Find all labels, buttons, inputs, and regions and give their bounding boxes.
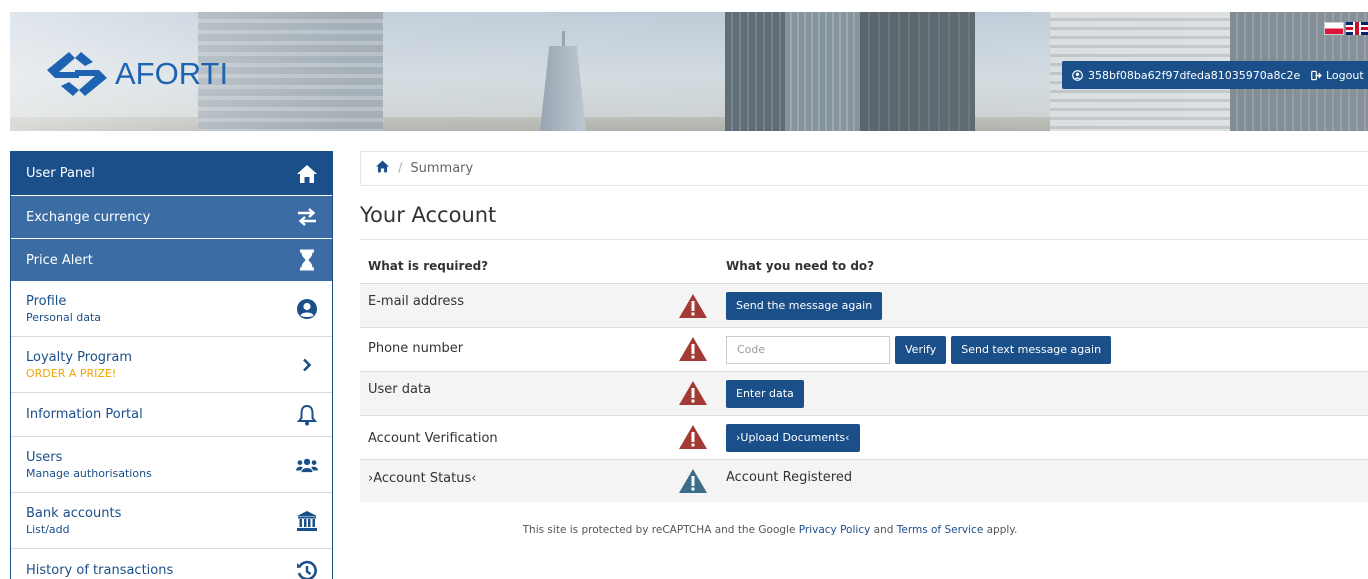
sidebar-menu: User Panel Exchange currency Price Alert… — [10, 151, 333, 579]
logo-text: AFORTI — [115, 56, 229, 91]
table-row: User data Enter data — [360, 372, 1368, 416]
title-divider — [360, 239, 1368, 240]
sidebar-item-label: Exchange currency — [26, 209, 151, 225]
sidebar-item-profile[interactable]: Profile Personal data — [11, 281, 332, 337]
action-cell: Send the message again — [726, 284, 883, 327]
user-account-button[interactable]: 358bf08ba62f97dfeda81035970a8c2e — [1062, 61, 1311, 89]
user-circle-icon — [296, 298, 318, 320]
action-cell: ›Upload Documents‹ — [726, 416, 860, 459]
table-row: ›Account Status‹ Account Registered — [360, 460, 1368, 502]
home-icon[interactable] — [375, 160, 390, 177]
warning-icon — [660, 328, 726, 371]
table-row: Account Verification ›Upload Documents‹ — [360, 416, 1368, 460]
sidebar-item-sublabel: List/add — [26, 522, 70, 536]
loyalty-promo-label: ORDER A PRIZE! — [26, 366, 117, 380]
sidebar-item-history[interactable]: History of transactions — [11, 549, 332, 579]
sidebar-item-label: Price Alert — [26, 252, 93, 268]
sidebar-item-label: Information Portal — [26, 407, 143, 422]
sidebar-item-loyalty-program[interactable]: Loyalty Program ORDER A PRIZE! — [11, 337, 332, 393]
column-header-required: What is required? — [368, 258, 489, 273]
sms-code-input[interactable] — [726, 335, 890, 364]
bell-icon — [296, 404, 318, 426]
requirements-table: What is required? What you need to do? E… — [360, 248, 1368, 502]
upload-documents-button[interactable]: ›Upload Documents‹ — [726, 423, 860, 452]
sidebar-item-users[interactable]: Users Manage authorisations — [11, 437, 332, 493]
send-message-again-button[interactable]: Send the message again — [726, 291, 883, 320]
sidebar-item-information-portal[interactable]: Information Portal — [11, 393, 332, 437]
page-title: Your Account — [360, 203, 497, 227]
verify-button[interactable]: Verify — [895, 335, 947, 364]
users-icon — [296, 454, 318, 476]
sidebar-item-sublabel: Manage authorisations — [26, 466, 152, 480]
sidebar-item-bank-accounts[interactable]: Bank accounts List/add — [11, 493, 332, 549]
warning-icon — [660, 284, 726, 327]
recaptcha-notice: This site is protected by reCAPTCHA and … — [360, 524, 1180, 536]
action-cell: Account Registered — [726, 460, 852, 502]
flag-uk-icon[interactable] — [1346, 22, 1368, 35]
action-cell: Verify Send text message again — [726, 328, 1112, 371]
hourglass-icon — [296, 249, 318, 271]
breadcrumb: / Summary — [360, 151, 1368, 186]
table-row: E-mail address Send the message again — [360, 284, 1368, 328]
logout-button[interactable]: Logout — [1303, 61, 1368, 89]
language-switcher — [1324, 22, 1368, 35]
logo-mark-icon — [47, 52, 107, 96]
chevron-right-icon — [296, 354, 318, 376]
user-id: 358bf08ba62f97dfeda81035970a8c2e — [1088, 68, 1301, 82]
warning-icon — [660, 372, 726, 415]
sidebar-item-price-alert[interactable]: Price Alert — [11, 239, 332, 281]
sidebar-item-exchange-currency[interactable]: Exchange currency — [11, 196, 332, 239]
sidebar-item-user-panel[interactable]: User Panel — [11, 152, 332, 196]
sidebar-item-label: User Panel — [26, 166, 95, 181]
home-icon — [296, 163, 318, 185]
warning-icon — [660, 416, 726, 459]
column-header-todo: What you need to do? — [726, 258, 875, 273]
terms-of-service-link[interactable]: Terms of Service — [897, 524, 984, 536]
sidebar-item-sublabel: Personal data — [26, 310, 102, 324]
user-circle-icon — [1072, 69, 1083, 81]
send-text-message-again-button[interactable]: Send text message again — [951, 335, 1112, 364]
requirement-label: E-mail address — [368, 294, 464, 309]
sidebar-item-label: Users — [26, 449, 63, 465]
requirement-label: ›Account Status‹ — [368, 471, 477, 486]
breadcrumb-current: Summary — [410, 161, 474, 176]
sidebar-item-label: Profile — [26, 293, 67, 309]
recaptcha-text-end: apply. — [983, 524, 1018, 536]
recaptcha-text: This site is protected by reCAPTCHA and … — [522, 524, 799, 536]
header-banner: AFORTI 358bf08ba62f97dfeda81035970a8c2e … — [10, 12, 1368, 131]
flag-pl-icon[interactable] — [1324, 22, 1344, 35]
table-header: What is required? What you need to do? — [360, 248, 1368, 284]
history-icon — [296, 560, 318, 579]
privacy-policy-link[interactable]: Privacy Policy — [799, 524, 871, 536]
logout-icon — [1311, 70, 1322, 80]
sidebar-item-label: Bank accounts — [26, 505, 122, 521]
enter-data-button[interactable]: Enter data — [726, 379, 804, 408]
table-row: Phone number Verify Send text message ag… — [360, 328, 1368, 372]
exchange-arrows-icon — [296, 206, 318, 228]
recaptcha-text-and: and — [870, 524, 897, 536]
requirement-label: User data — [368, 382, 432, 397]
action-cell: Enter data — [726, 372, 804, 415]
sidebar-item-label: Loyalty Program — [26, 349, 133, 365]
bank-icon — [296, 510, 318, 532]
logo[interactable]: AFORTI — [45, 50, 228, 98]
breadcrumb-separator: / — [398, 161, 403, 176]
sidebar-item-label: History of transactions — [26, 563, 174, 578]
logout-label: Logout — [1326, 68, 1364, 82]
requirement-label: Account Verification — [368, 431, 498, 446]
requirement-label: Phone number — [368, 341, 464, 356]
info-warning-icon — [660, 460, 726, 502]
account-status-value: Account Registered — [726, 470, 853, 485]
